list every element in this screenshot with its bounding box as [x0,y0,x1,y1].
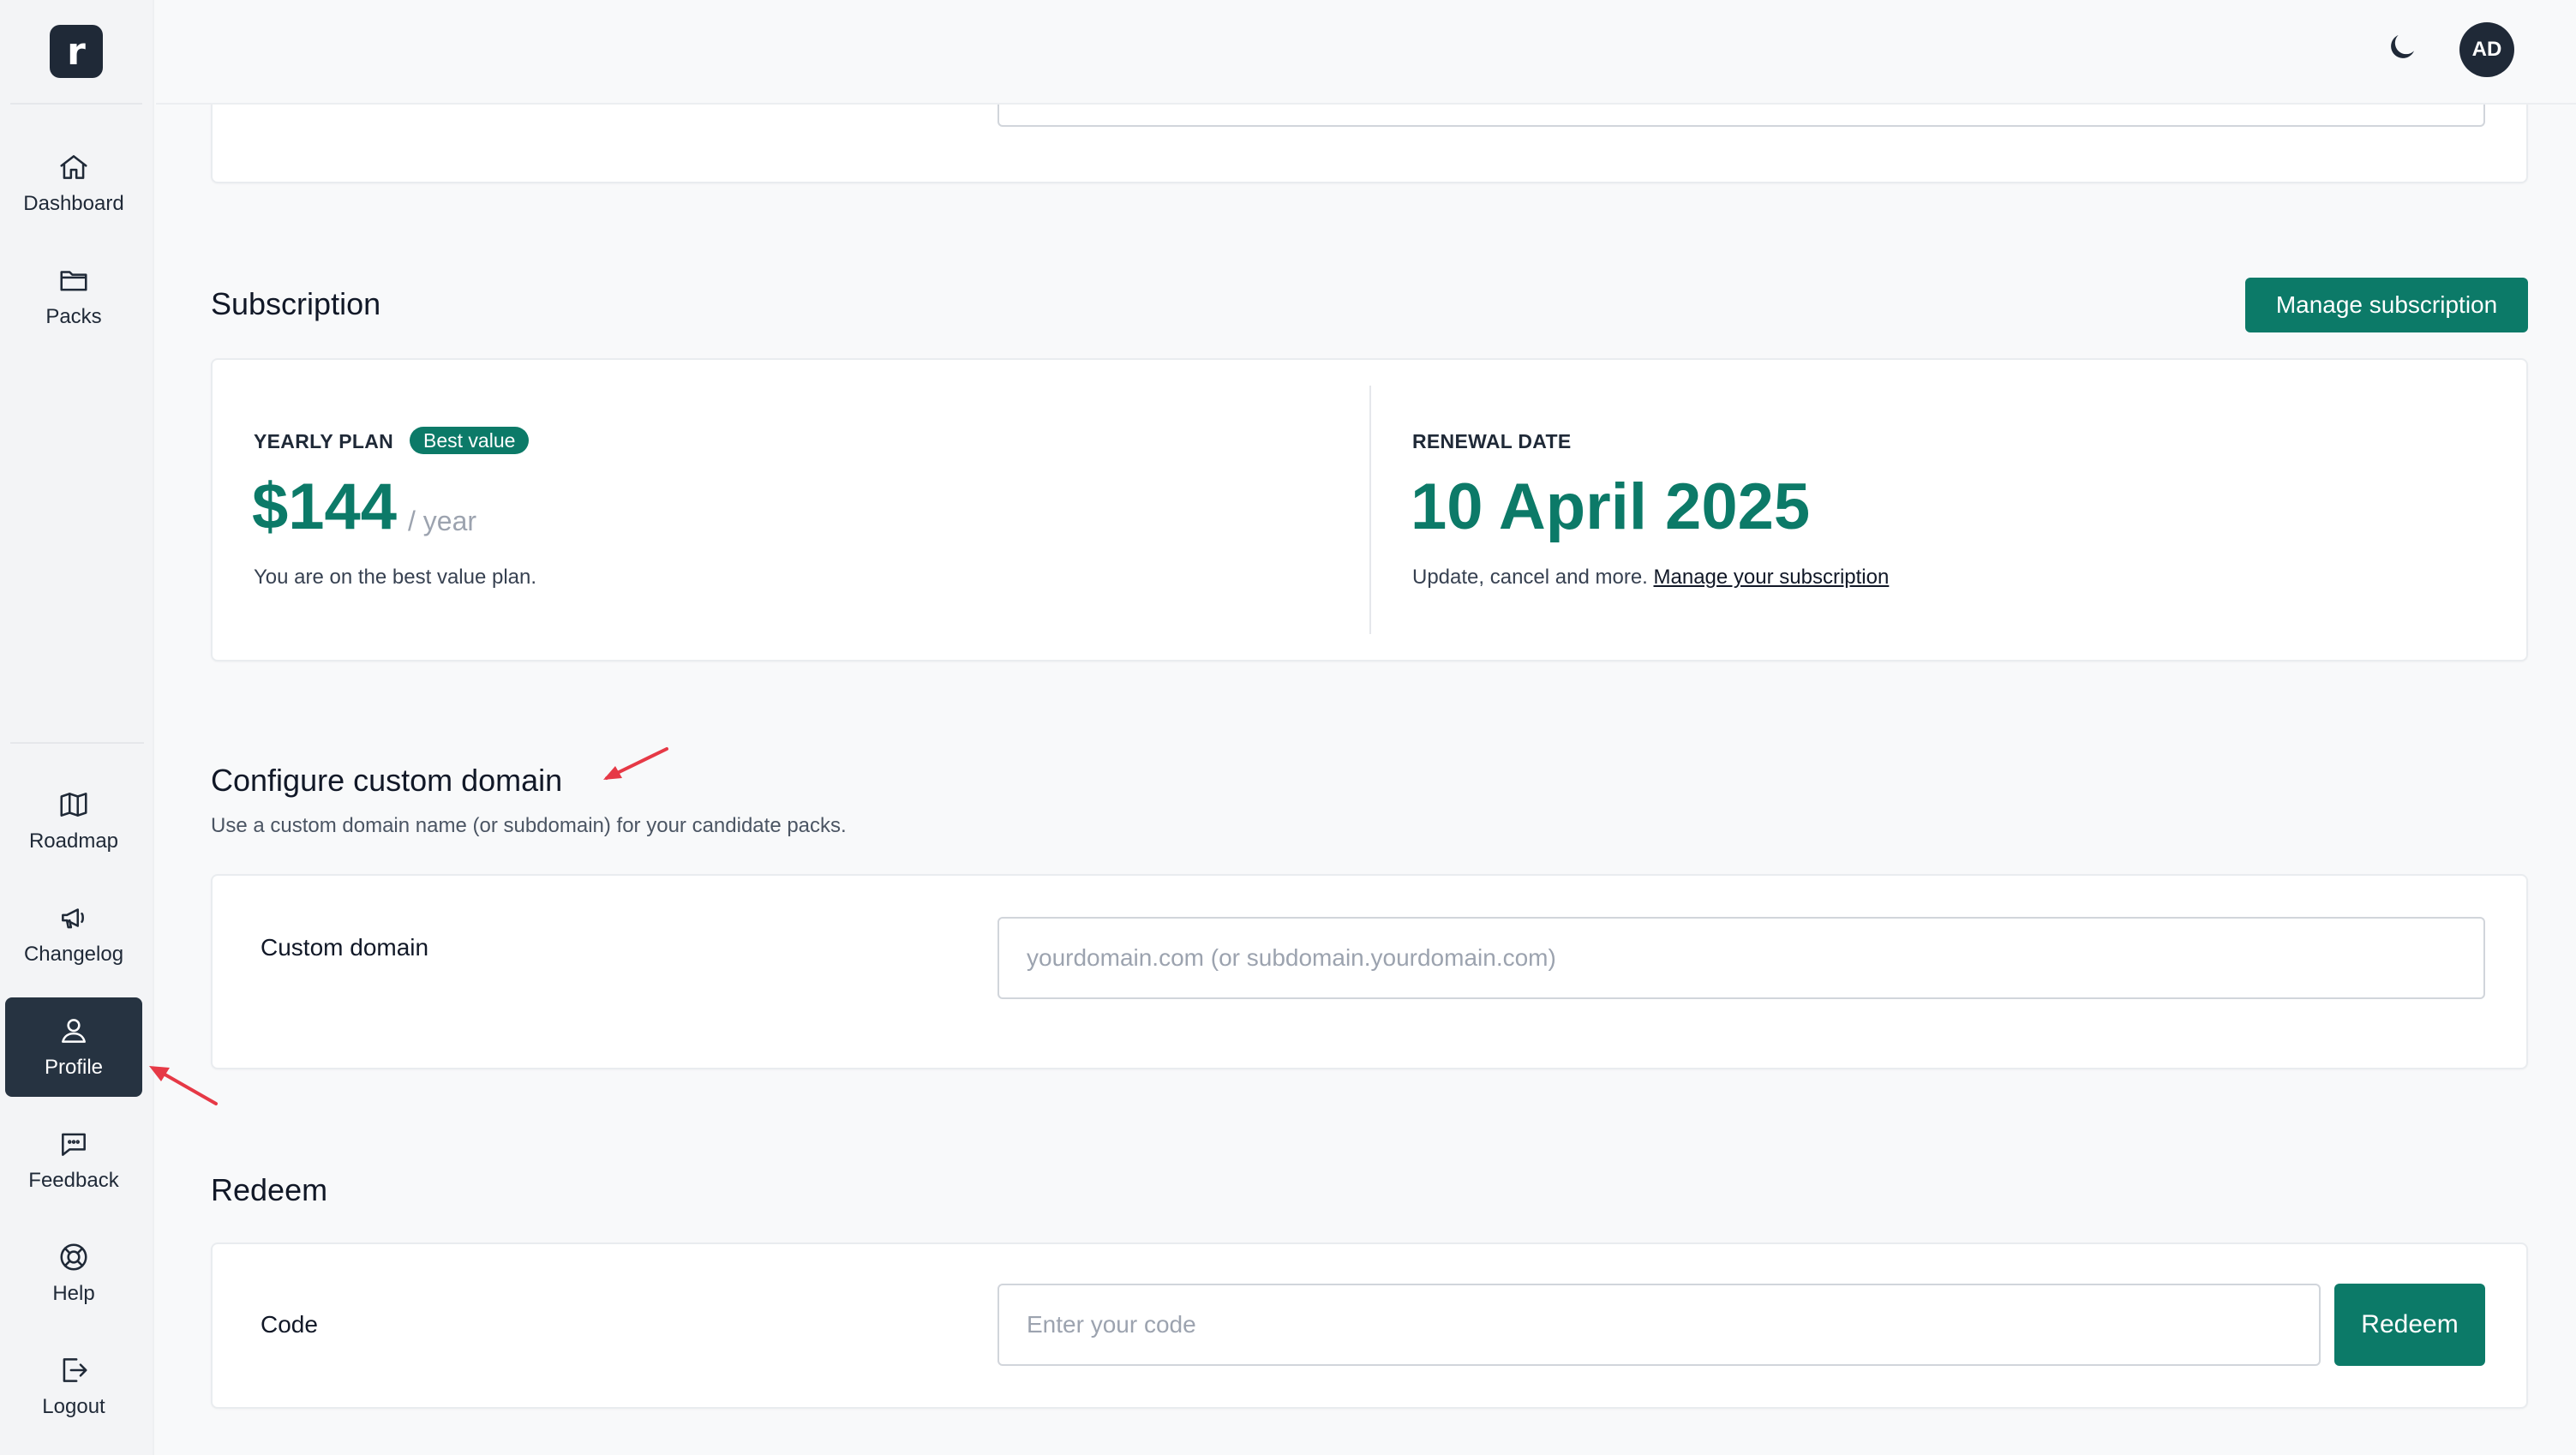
renewal-note-line: Update, cancel and more. Manage your sub… [1412,566,1889,590]
logo-area: r [10,0,142,105]
sidebar-item-label: Changelog [23,943,124,966]
avatar[interactable]: AD [2459,22,2514,77]
annotation-arrow-icon [149,1066,218,1105]
map-icon [60,793,87,817]
sidebar-item-logout[interactable]: Logout [5,1337,142,1436]
renewal-label: RENEWAL DATE [1412,430,1572,452]
folder-icon [60,271,87,291]
best-value-badge: Best value [410,427,530,454]
manage-subscription-button[interactable]: Manage subscription [2245,278,2528,332]
sidebar-item-profile[interactable]: Profile [5,997,142,1097]
sidebar-item-label: Help [52,1282,95,1305]
moon-icon[interactable] [2384,29,2420,65]
sidebar: r Dashboard Packs Roadmap Changelog Prof… [0,0,154,1455]
sidebar-item-label: Packs [45,305,102,328]
custom-domain-input[interactable] [997,917,2485,999]
sidebar-item-roadmap[interactable]: Roadmap [5,771,142,871]
plan-note: You are on the best value plan. [254,566,537,589]
sidebar-item-label: Dashboard [23,192,124,215]
custom-domain-title: Configure custom domain [211,763,563,798]
redeem-button[interactable]: Redeem [2334,1284,2485,1366]
plan-price: $144 [252,470,398,543]
plan-label: YEARLY PLAN [254,430,394,452]
chat-icon [62,1133,86,1156]
top-bar-cover [156,0,2576,105]
sidebar-item-label: Roadmap [28,829,119,853]
subscription-card [211,358,2528,662]
plan-period: / year [408,506,477,536]
code-label: Code [261,1311,318,1338]
logout-icon [63,1358,87,1382]
sidebar-item-changelog[interactable]: Changelog [5,884,142,984]
manage-subscription-link[interactable]: Manage your subscription [1654,566,1890,589]
home-icon [60,155,87,179]
custom-domain-label: Custom domain [261,934,429,961]
app-logo[interactable]: r [50,25,103,78]
user-icon [62,1019,86,1043]
sidebar-item-dashboard[interactable]: Dashboard [5,134,142,233]
megaphone-icon [62,908,84,929]
sidebar-divider [10,742,144,744]
renewal-date: 10 April 2025 [1411,470,1811,543]
sidebar-item-feedback[interactable]: Feedback [5,1111,142,1210]
subscription-title: Subscription [211,286,381,321]
subscription-divider [1369,386,1371,634]
renewal-note: Update, cancel and more. [1412,566,1648,589]
sidebar-item-help[interactable]: Help [5,1224,142,1323]
code-input[interactable] [997,1284,2321,1366]
lifebuoy-icon [60,1243,87,1271]
sidebar-item-label: Profile [44,1056,104,1079]
sidebar-item-label: Feedback [28,1169,119,1192]
custom-domain-description: Use a custom domain name (or subdomain) … [211,814,847,837]
annotation-arrow-icon [603,747,668,780]
sidebar-item-packs[interactable]: Packs [5,247,142,346]
redeem-title: Redeem [211,1172,328,1207]
sidebar-item-label: Logout [42,1395,105,1418]
